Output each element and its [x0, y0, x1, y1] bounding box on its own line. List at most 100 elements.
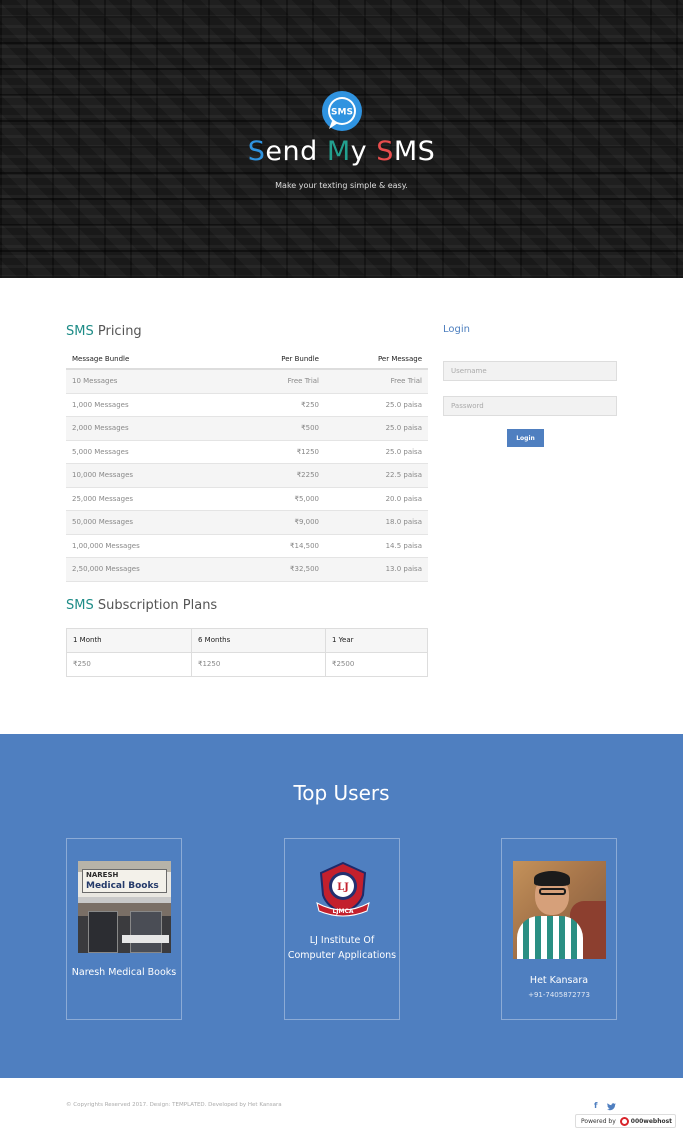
sms-bubble-icon: SMS — [322, 91, 362, 131]
pricing-title: SMS Pricing — [66, 324, 142, 339]
cell-bundle: 2,000 Messages — [72, 424, 129, 433]
naresh-shop-photo: NARESH Medical Books — [78, 861, 171, 953]
header-message-bundle: Message Bundle — [72, 354, 130, 363]
emblem-letters: LJ — [337, 882, 349, 893]
webhost-logo-icon — [619, 1116, 629, 1126]
cell-bundle: 2,50,000 Messages — [72, 565, 140, 574]
login-button[interactable]: Login — [507, 429, 544, 447]
cell-per-message: 18.0 paisa — [385, 518, 422, 527]
shop-awning — [78, 897, 171, 903]
cell-price: ₹500 — [301, 424, 319, 433]
cell-bundle: 10 Messages — [72, 377, 118, 386]
cell-price: ₹250 — [301, 400, 319, 409]
subscription-table: 1 Month 6 Months 1 Year ₹250 ₹1250 ₹2500 — [66, 628, 428, 677]
shop-window — [130, 911, 162, 953]
cell-bundle: 50,000 Messages — [72, 518, 134, 527]
powered-prefix: Powered by — [581, 1117, 616, 1125]
shop-signboard: NARESH Medical Books — [82, 869, 167, 893]
user-name: LJ Institute Of Computer Applications — [287, 935, 397, 961]
header-per-bundle: Per Bundle — [281, 354, 319, 363]
username-input[interactable] — [443, 361, 617, 381]
subscription-title-rest: Subscription Plans — [93, 598, 218, 613]
subscription-value-row: ₹250 ₹1250 ₹2500 — [67, 652, 427, 676]
cell-per-message: 25.0 paisa — [385, 447, 422, 456]
table-row: 2,50,000 Messages ₹32,500 13.0 paisa — [66, 558, 428, 582]
cell-per-message: 25.0 paisa — [385, 424, 422, 433]
user-name: Het Kansara — [529, 975, 589, 986]
header-per-message: Per Message — [377, 354, 422, 363]
pricing-table: Message Bundle Per Bundle Per Message 10… — [66, 349, 428, 582]
password-input[interactable] — [443, 396, 617, 416]
pricing-header-row: Message Bundle Per Bundle Per Message — [66, 349, 428, 370]
facebook-icon[interactable]: f — [594, 1101, 597, 1110]
top-users-section: Top Users NARESH Medical Books Naresh Me… — [0, 734, 683, 1078]
header-1-month: 1 Month — [67, 629, 192, 652]
table-row: 1,000 Messages ₹250 25.0 paisa — [66, 394, 428, 417]
shop-small-signs — [122, 935, 169, 943]
title-letter-s2: S — [376, 136, 394, 167]
shop-sign-line2: Medical Books — [86, 881, 159, 891]
title-end: end — [265, 136, 327, 167]
cell-per-message: 25.0 paisa — [385, 400, 422, 409]
table-row: 10,000 Messages ₹2250 22.5 paisa — [66, 464, 428, 488]
title-y: y — [350, 136, 377, 167]
title-ms: MS — [393, 136, 436, 167]
top-users-heading: Top Users — [293, 781, 390, 805]
cell-per-message: 20.0 paisa — [385, 494, 422, 503]
title-letter-s: S — [247, 136, 266, 167]
cell-bundle: 1,000 Messages — [72, 400, 129, 409]
photo-shirt — [517, 916, 583, 959]
user-card-het: Het Kansara +91-7405872773 — [501, 838, 617, 1020]
cell-price: ₹5,000 — [294, 494, 320, 503]
cell-bundle: 1,00,000 Messages — [72, 541, 140, 550]
emblem-ribbon-text: LJMCA — [332, 908, 353, 915]
footer-copyright: © Copyrights Reserved 2017. Design: TEMP… — [66, 1102, 282, 1108]
user-card-ljmca: LJ LJMCA LJ Institute Of Computer Applic… — [284, 838, 400, 1020]
login-title: Login — [443, 324, 470, 335]
photo-hair — [534, 871, 570, 886]
cell-price: ₹9,000 — [294, 518, 320, 527]
header-6-months: 6 Months — [192, 629, 326, 652]
subscription-title: SMS Subscription Plans — [66, 598, 217, 613]
table-row: 25,000 Messages ₹5,000 20.0 paisa — [66, 488, 428, 511]
table-row: 50,000 Messages ₹9,000 18.0 paisa — [66, 511, 428, 535]
cell-per-message: 22.5 paisa — [385, 471, 422, 480]
cell-per-message: 13.0 paisa — [385, 565, 422, 574]
table-row: 2,000 Messages ₹500 25.0 paisa — [66, 417, 428, 441]
value-1-month: ₹250 — [67, 652, 192, 676]
cell-per-message: 14.5 paisa — [385, 541, 422, 550]
shop-sign-line1: NARESH — [86, 871, 119, 879]
value-1-year: ₹2500 — [332, 660, 355, 669]
user-card-naresh: NARESH Medical Books Naresh Medical Book… — [66, 838, 182, 1020]
cell-bundle: 5,000 Messages — [72, 447, 129, 456]
header-1-year: 1 Year — [332, 636, 354, 645]
subscription-title-sms: SMS — [66, 598, 94, 613]
powered-by-badge[interactable]: Powered by 000webhost — [575, 1114, 676, 1128]
cell-bundle: 25,000 Messages — [72, 494, 134, 503]
pricing-title-rest: Pricing — [93, 324, 142, 339]
hero-banner: SMS Send My SMS Make your texting simple… — [0, 0, 683, 278]
cell-price: ₹1250 — [296, 447, 319, 456]
pricing-title-sms: SMS — [66, 324, 94, 339]
value-6-months: ₹1250 — [192, 652, 326, 676]
ljmca-emblem-icon: LJ LJMCA — [316, 861, 370, 917]
cell-price: ₹32,500 — [290, 565, 319, 574]
twitter-icon[interactable] — [607, 1103, 616, 1111]
site-title: Send My SMS — [0, 136, 683, 167]
powered-brand: 000webhost — [630, 1117, 673, 1125]
user-name: Naresh Medical Books — [71, 967, 177, 978]
table-row: 5,000 Messages ₹1250 25.0 paisa — [66, 441, 428, 464]
cell-price: ₹2250 — [296, 471, 319, 480]
user-phone: +91-7405872773 — [528, 991, 590, 999]
cell-per-message: Free Trial — [390, 377, 422, 386]
shop-door — [88, 911, 118, 953]
cell-bundle: 10,000 Messages — [72, 471, 134, 480]
title-letter-m: M — [326, 136, 351, 167]
photo-glasses — [539, 888, 566, 895]
table-row: 10 Messages Free Trial Free Trial — [66, 370, 428, 394]
logo-text: SMS — [331, 108, 353, 118]
site-tagline: Make your texting simple & easy. — [275, 181, 408, 190]
table-row: 1,00,000 Messages ₹14,500 14.5 paisa — [66, 535, 428, 558]
cell-price: ₹14,500 — [290, 541, 319, 550]
cell-price: Free Trial — [287, 377, 319, 386]
